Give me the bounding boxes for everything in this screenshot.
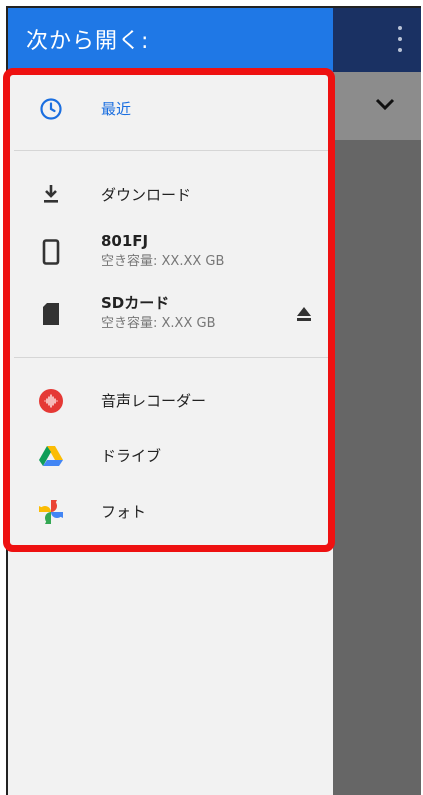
background-app-bar	[333, 8, 421, 72]
highlight-box	[3, 68, 335, 552]
chevron-down-icon[interactable]	[374, 96, 396, 112]
background-content	[333, 140, 421, 795]
drawer-title: 次から開く:	[26, 29, 150, 54]
kebab-icon[interactable]	[394, 26, 406, 52]
drawer-header: 次から開く:	[8, 8, 333, 72]
